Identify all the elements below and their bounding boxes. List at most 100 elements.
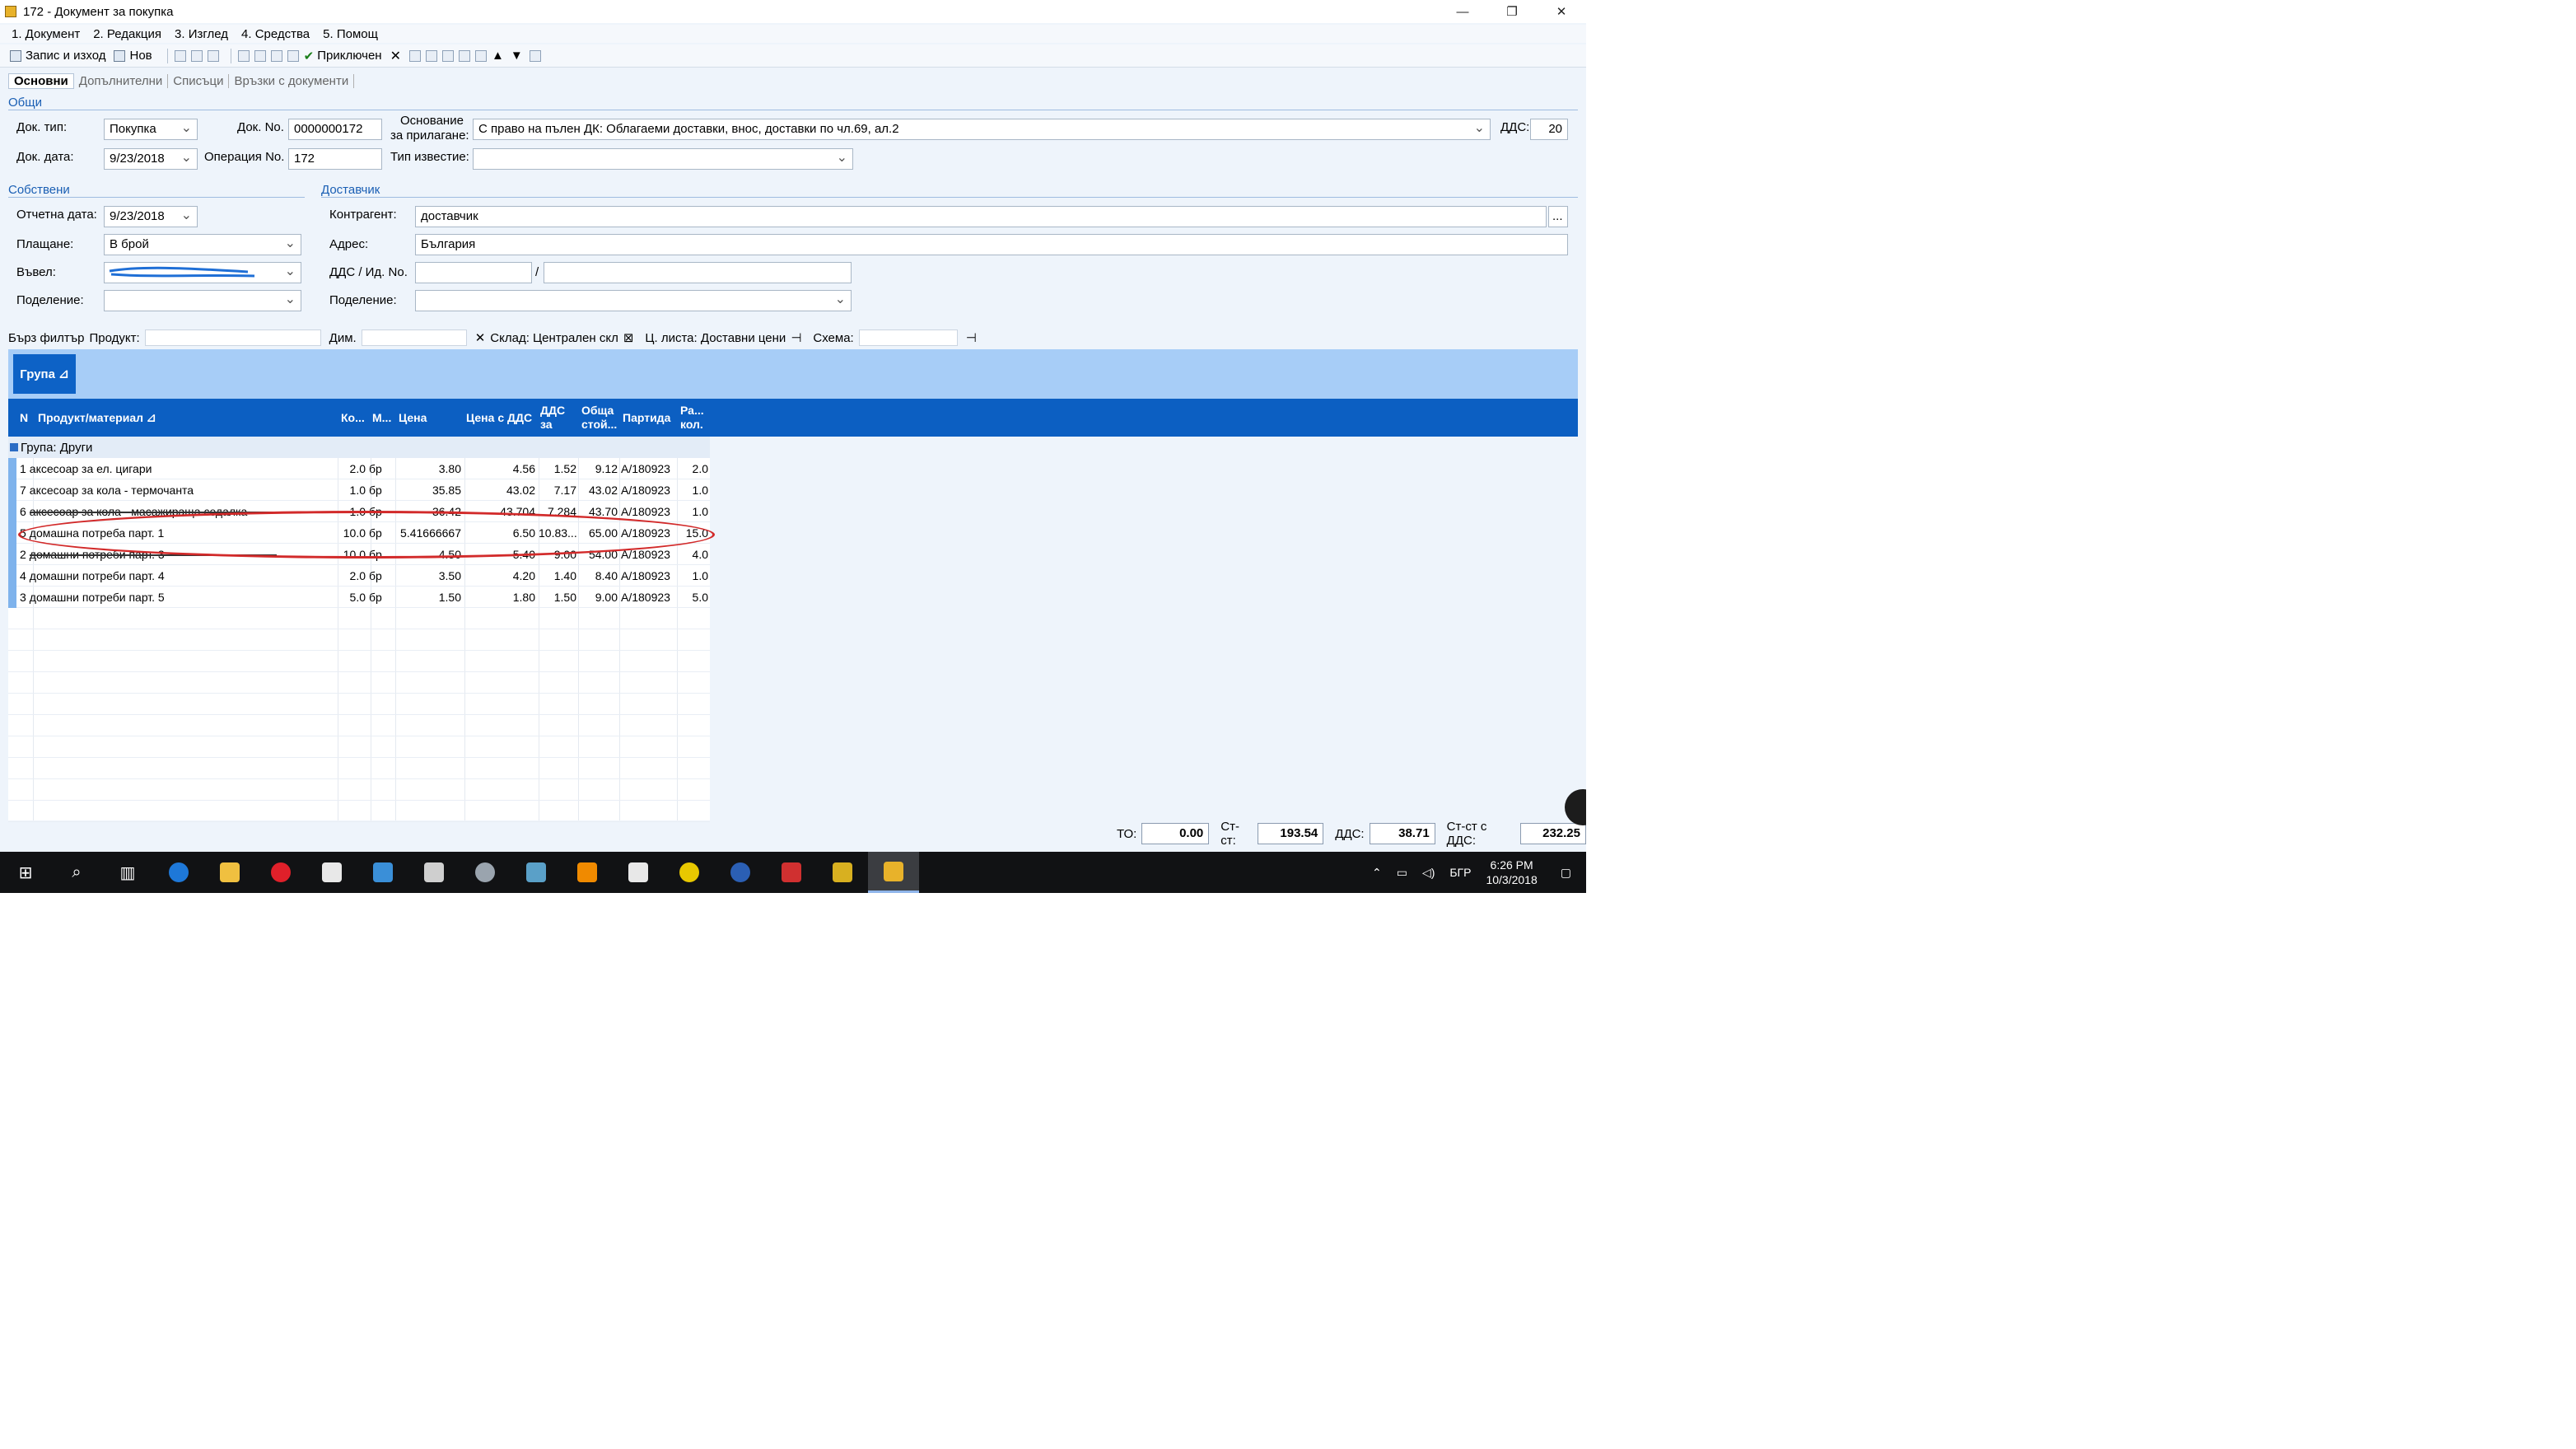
cell-batch[interactable]: A/180923 (621, 565, 675, 587)
contractor-field[interactable]: доставчик (415, 206, 1547, 227)
minimize-button[interactable]: — (1438, 0, 1487, 23)
taskbar-edge[interactable] (153, 852, 204, 893)
floating-button[interactable] (1565, 789, 1586, 825)
col-available[interactable]: Ра... кол. (680, 399, 708, 437)
division-select[interactable] (104, 290, 301, 311)
doc-no-field[interactable]: 0000000172 (288, 119, 382, 140)
col-batch[interactable]: Партида (623, 399, 670, 437)
search-button[interactable]: ⌕ (51, 852, 102, 893)
vat-rate-field[interactable]: 20 (1530, 119, 1568, 140)
clock[interactable]: 6:26 PM 10/3/2018 (1486, 858, 1537, 887)
menu-view[interactable]: 3. Изглед (175, 27, 228, 41)
basis-select[interactable]: С право на пълен ДК: Облагаеми доставки,… (473, 119, 1491, 140)
report-icon[interactable] (441, 49, 454, 62)
table-row[interactable]: 4 домашни потреби парт. 4 2.0 бр 3.50 4.20 1.4… (8, 565, 710, 587)
table-row[interactable]: 1 аксесоар за ел. цигари 2.0 бр 3.80 4.56 1.52… (8, 458, 710, 479)
cell-batch[interactable]: A/180923 (621, 479, 675, 501)
cell-price[interactable]: 3.80 (395, 458, 461, 479)
group-row[interactable]: Група: Други (8, 437, 710, 458)
paste-icon[interactable] (207, 49, 219, 62)
cell-price-vat[interactable]: 4.20 (464, 565, 535, 587)
address-field[interactable]: България (415, 234, 1568, 255)
tray-chevron-icon[interactable]: ⌃ (1372, 866, 1382, 880)
close-button[interactable]: ✕ (1537, 0, 1586, 23)
taskbar-word[interactable] (715, 852, 766, 893)
payment-select[interactable]: В брой (104, 234, 301, 255)
cell-price-vat[interactable]: 43.02 (464, 479, 535, 501)
tab-lists[interactable]: Списъци (168, 73, 230, 88)
volume-icon[interactable]: ◁) (1422, 866, 1435, 880)
id-number-field[interactable] (544, 262, 852, 283)
taskbar-app-notes[interactable] (817, 852, 868, 893)
export-icon[interactable] (270, 49, 282, 62)
taskbar-opera[interactable] (255, 852, 306, 893)
taskbar-current-app[interactable] (868, 852, 919, 893)
cell-avail[interactable]: 1.0 (677, 479, 708, 501)
cell-price[interactable]: 3.50 (395, 565, 461, 587)
cell-qty[interactable]: 2.0 (338, 565, 366, 587)
cell-name[interactable]: 7 аксесоар за кола - термочанта (20, 479, 336, 501)
col-price[interactable]: Цена (399, 399, 427, 437)
calendar-icon[interactable] (408, 49, 421, 62)
cell-avail[interactable]: 4.0 (677, 544, 708, 565)
help-icon[interactable] (529, 49, 541, 62)
duplicate-icon[interactable] (458, 49, 470, 62)
clear-filter-icon[interactable]: ✕ (475, 330, 486, 345)
cell-name[interactable]: 4 домашни потреби парт. 4 (20, 565, 336, 587)
cut-icon[interactable] (174, 49, 186, 62)
collapse-group-icon[interactable] (10, 443, 18, 451)
cell-qty[interactable]: 2.0 (338, 458, 366, 479)
cell-qty[interactable]: 1.0 (338, 479, 366, 501)
cell-vat[interactable]: 1.50 (539, 587, 576, 608)
col-price-vat[interactable]: Цена с ДДС (466, 399, 532, 437)
start-button[interactable]: ⊞ (0, 852, 51, 893)
menu-help[interactable]: 5. Помощ (323, 27, 378, 41)
cell-name[interactable]: 1 аксесоар за ел. цигари (20, 458, 336, 479)
product-filter-input[interactable] (144, 330, 321, 346)
operation-field[interactable]: 172 (288, 148, 382, 170)
cancel-icon[interactable]: ✕ (390, 48, 401, 64)
cell-price[interactable]: 1.50 (395, 587, 461, 608)
cell-avail[interactable]: 1.0 (677, 501, 708, 522)
document-icon[interactable] (474, 49, 487, 62)
taskbar-explorer[interactable] (204, 852, 255, 893)
print-icon[interactable] (237, 49, 250, 62)
arrow-up-icon[interactable]: ▲ (492, 49, 504, 63)
cell-price-vat[interactable]: 1.80 (464, 587, 535, 608)
cell-batch[interactable]: A/180923 (621, 587, 675, 608)
attach-icon[interactable] (287, 49, 299, 62)
language-indicator[interactable]: БГР (1449, 866, 1471, 879)
cell-avail[interactable]: 5.0 (677, 587, 708, 608)
scheme-pin-icon[interactable]: ⊣ (966, 330, 977, 345)
new-button[interactable]: Нов (114, 49, 152, 63)
warehouse-pin-icon[interactable]: ⊠ (623, 330, 634, 345)
completed-checkbox[interactable]: ✔ Приключен (304, 49, 382, 63)
table-row[interactable]: 7 аксесоар за кола - термочанта 1.0 бр 35.85… (8, 479, 710, 501)
col-product[interactable]: Продукт/материал ⊿ (38, 399, 156, 437)
taskbar-vlc[interactable] (562, 852, 613, 893)
dim-filter-input[interactable] (361, 330, 467, 346)
pricelist-pin-icon[interactable]: ⊣ (791, 330, 801, 345)
menu-edit[interactable]: 2. Редакция (93, 27, 161, 41)
cell-total[interactable]: 8.40 (578, 565, 618, 587)
col-total[interactable]: Обща стой... (581, 399, 623, 437)
tab-main[interactable]: Основни (8, 72, 74, 89)
cell-total[interactable]: 9.00 (578, 587, 618, 608)
cell-price[interactable]: 35.85 (395, 479, 461, 501)
entered-by-select[interactable] (104, 262, 301, 283)
col-unit[interactable]: М... (372, 399, 391, 437)
cell-vat[interactable]: 1.40 (539, 565, 576, 587)
tab-additional[interactable]: Допълнителни (74, 73, 169, 88)
cell-total[interactable]: 43.02 (578, 479, 618, 501)
doc-date-picker[interactable]: 9/23/2018 (104, 148, 198, 170)
cell-unit[interactable]: бр (369, 458, 394, 479)
tab-document-links[interactable]: Връзки с документи (229, 73, 355, 88)
taskbar-store[interactable] (306, 852, 357, 893)
taskbar-remote[interactable] (357, 852, 408, 893)
cell-unit[interactable]: бр (369, 565, 394, 587)
cell-vat[interactable]: 1.52 (539, 458, 576, 479)
taskbar-app-yellow[interactable] (664, 852, 715, 893)
cell-total[interactable]: 9.12 (578, 458, 618, 479)
table-row[interactable]: 3 домашни потреби парт. 5 5.0 бр 1.50 1.80 1.5… (8, 587, 710, 608)
taskbar-app-flask[interactable] (511, 852, 562, 893)
